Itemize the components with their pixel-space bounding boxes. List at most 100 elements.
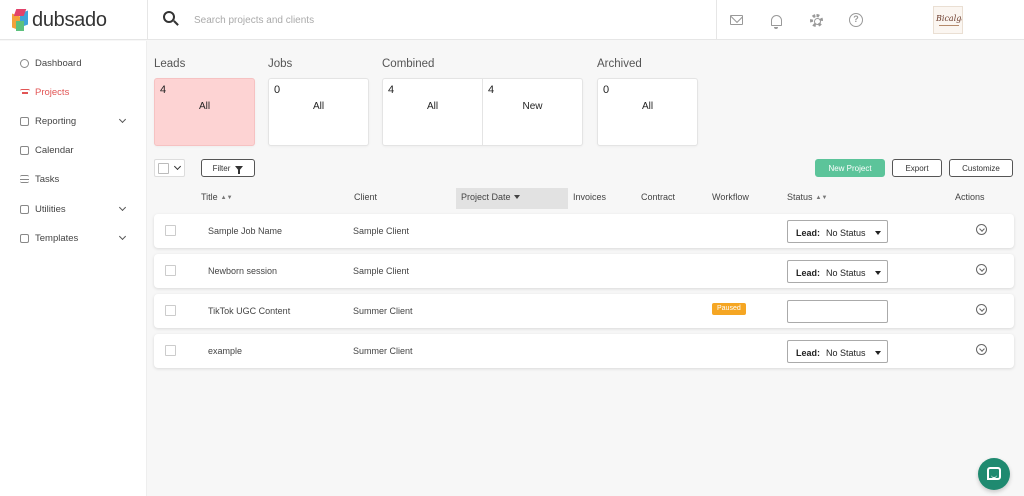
row-checkbox[interactable]: [165, 225, 176, 236]
card-label: All: [641, 101, 654, 112]
row-client[interactable]: Sample Client: [353, 226, 409, 236]
column-header-invoices: Invoices: [573, 192, 606, 202]
column-header-label: Status: [787, 192, 813, 202]
group-label-combined: Combined: [382, 58, 435, 70]
status-dropdown[interactable]: Lead: No Status: [787, 260, 888, 283]
sort-icon: ▲▼: [815, 195, 828, 201]
row-checkbox[interactable]: [165, 345, 176, 356]
status-dropdown[interactable]: Lead: No Status: [787, 220, 888, 243]
sidebar-item-label: Tasks: [35, 173, 60, 185]
column-header-label: Invoices: [573, 192, 607, 202]
chat-icon: [987, 467, 1001, 480]
row-title[interactable]: example: [208, 346, 242, 356]
chevron-down-icon[interactable]: [118, 203, 127, 212]
card-cell-combined-all[interactable]: 4 All: [383, 79, 482, 145]
jobs-card: 0 All: [268, 78, 369, 146]
sidebar-item-calendar[interactable]: Calendar: [0, 140, 147, 160]
status-value: No Status: [826, 348, 866, 358]
logo-icon: [12, 9, 28, 31]
actions-chevron-icon[interactable]: [976, 264, 987, 275]
actions-chevron-icon[interactable]: [976, 224, 987, 235]
chevron-down-icon[interactable]: [173, 162, 182, 171]
card-label: All: [426, 101, 439, 112]
table-row[interactable]: TikTok UGC Content Summer Client Paused: [154, 294, 1014, 328]
projects-icon: [20, 89, 30, 95]
archived-card: 0 All: [597, 78, 698, 146]
column-header-label: Project Date: [461, 192, 511, 202]
status-dropdown[interactable]: [787, 300, 888, 323]
card-label: All: [198, 101, 211, 112]
dashboard-icon: [20, 58, 29, 68]
sidebar: Dashboard Projects Reporting Calendar Ta…: [0, 41, 147, 496]
sidebar-item-dashboard[interactable]: Dashboard: [0, 53, 147, 73]
bulk-select-dropdown[interactable]: [154, 159, 185, 177]
sidebar-item-tasks[interactable]: Tasks: [0, 169, 147, 189]
customize-button[interactable]: Customize: [949, 159, 1013, 177]
sidebar-item-label: Dashboard: [35, 57, 82, 69]
card-cell-archived-all[interactable]: 0 All: [598, 79, 697, 145]
column-header-label: Workflow: [712, 192, 749, 202]
card-label: All: [312, 101, 325, 112]
filter-button-label: Filter: [212, 163, 231, 173]
templates-icon: [20, 233, 29, 243]
sort-desc-icon: [513, 195, 520, 199]
avatar[interactable]: Bicalgaro: [933, 6, 963, 34]
sort-icon: ▲▼: [220, 195, 233, 201]
sidebar-item-projects[interactable]: Projects: [0, 82, 147, 102]
row-title[interactable]: Sample Job Name: [208, 226, 282, 236]
chat-launcher-button[interactable]: [978, 458, 1010, 490]
row-title[interactable]: TikTok UGC Content: [208, 306, 290, 316]
sidebar-item-label: Projects: [35, 86, 70, 98]
select-all-checkbox[interactable]: [158, 163, 169, 174]
filter-icon: [235, 165, 244, 174]
status-dropdown[interactable]: Lead: No Status: [787, 340, 888, 363]
column-header-client: Client: [354, 192, 377, 202]
help-icon[interactable]: ?: [848, 12, 864, 28]
bell-icon[interactable]: [768, 12, 784, 29]
column-header-label: Client: [354, 192, 378, 202]
mail-icon[interactable]: [728, 12, 744, 28]
sidebar-item-templates[interactable]: Templates: [0, 228, 147, 248]
card-cell-combined-new[interactable]: 4 New: [483, 79, 582, 145]
column-header-project-date[interactable]: Project Date: [461, 192, 520, 202]
card-cell-leads-all[interactable]: 4 All: [155, 79, 254, 145]
utilities-icon: [20, 204, 29, 214]
chevron-down-icon[interactable]: [118, 232, 127, 241]
row-checkbox[interactable]: [165, 305, 176, 316]
status-value: No Status: [826, 268, 866, 278]
logo-text: dubsado: [32, 8, 107, 31]
table-row[interactable]: example Summer Client Lead: No Status: [154, 334, 1014, 368]
sidebar-item-reporting[interactable]: Reporting: [0, 111, 147, 131]
card-cell-jobs-all[interactable]: 0 All: [269, 79, 368, 145]
search-input[interactable]: [194, 12, 594, 28]
workflow-paused-badge[interactable]: Paused: [712, 303, 746, 315]
export-button[interactable]: Export: [892, 159, 942, 177]
table-row[interactable]: Newborn session Sample Client Lead: No S…: [154, 254, 1014, 288]
status-label: Lead:: [796, 228, 821, 238]
filter-button[interactable]: Filter: [201, 159, 255, 177]
row-checkbox[interactable]: [165, 265, 176, 276]
search-icon[interactable]: [163, 11, 179, 27]
gear-icon[interactable]: [808, 12, 824, 28]
chevron-down-icon[interactable]: [118, 115, 127, 124]
sidebar-item-label: Utilities: [35, 203, 66, 215]
sidebar-item-utilities[interactable]: Utilities: [0, 199, 147, 219]
logo[interactable]: dubsado: [12, 6, 107, 34]
card-count: 4: [488, 84, 495, 96]
row-client[interactable]: Sample Client: [353, 266, 409, 276]
group-label-archived: Archived: [597, 58, 642, 70]
divider: [147, 0, 148, 40]
row-client[interactable]: Summer Client: [353, 306, 413, 316]
card-count: 0: [274, 84, 281, 96]
status-label: Lead:: [796, 268, 821, 278]
new-project-button[interactable]: New Project: [815, 159, 885, 177]
actions-chevron-icon[interactable]: [976, 304, 987, 315]
row-client[interactable]: Summer Client: [353, 346, 413, 356]
row-title[interactable]: Newborn session: [208, 266, 277, 276]
table-row[interactable]: Sample Job Name Sample Client Lead: No S…: [154, 214, 1014, 248]
column-header-status[interactable]: Status ▲▼: [787, 192, 827, 202]
column-header-contract: Contract: [641, 192, 675, 202]
column-header-title[interactable]: Title ▲▼: [201, 192, 233, 202]
actions-chevron-icon[interactable]: [976, 344, 987, 355]
group-label-jobs: Jobs: [268, 58, 293, 70]
